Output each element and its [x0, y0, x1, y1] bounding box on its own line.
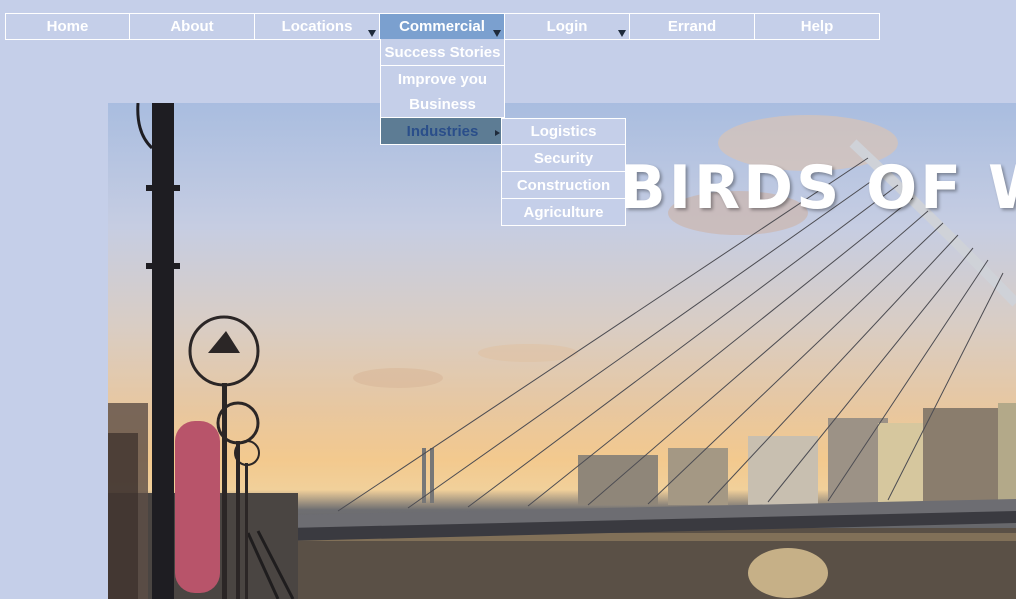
nav-home[interactable]: Home [5, 13, 130, 40]
chevron-down-icon [618, 30, 626, 37]
submenu-item-label: Construction [516, 176, 611, 194]
submenu-item-construction[interactable]: Construction [501, 172, 626, 199]
nav-login[interactable]: Login [505, 13, 630, 40]
submenu-item-label: Agriculture [523, 203, 604, 221]
nav-about[interactable]: About [130, 13, 255, 40]
menu-item-label: Improve you Business [397, 70, 488, 113]
industries-submenu: Logistics Security Construction Agricult… [501, 118, 626, 226]
submenu-item-logistics[interactable]: Logistics [501, 118, 626, 145]
submenu-item-label: Logistics [530, 123, 597, 140]
hero-title: BIRDS OF W [620, 153, 1016, 223]
submenu-item-security[interactable]: Security [501, 145, 626, 172]
nav-about-label: About [170, 18, 214, 35]
nav-errand-label: Errand [667, 18, 717, 35]
menu-item-success-stories[interactable]: Success Stories [380, 39, 505, 66]
submenu-item-agriculture[interactable]: Agriculture [501, 199, 626, 226]
main-nav: Home About Locations Commercial Login Er… [5, 13, 880, 40]
nav-locations-label: Locations [281, 18, 353, 35]
nav-locations[interactable]: Locations [255, 13, 380, 40]
menu-item-label: Industries [406, 122, 479, 140]
nav-home-label: Home [46, 18, 89, 35]
chevron-right-icon [495, 130, 500, 136]
nav-login-label: Login [546, 18, 588, 35]
chevron-down-icon [493, 30, 501, 37]
nav-commercial-label: Commercial [399, 18, 485, 35]
menu-item-improve-business[interactable]: Improve you Business [380, 66, 505, 118]
nav-help[interactable]: Help [755, 13, 880, 40]
nav-help-label: Help [800, 18, 834, 35]
chevron-down-icon [368, 30, 376, 37]
menu-item-industries[interactable]: Industries [380, 118, 505, 145]
menu-item-label: Success Stories [384, 43, 501, 61]
submenu-item-label: Security [533, 149, 594, 167]
nav-commercial[interactable]: Commercial [380, 13, 505, 40]
commercial-dropdown: Success Stories Improve you Business Ind… [380, 39, 505, 145]
nav-errand[interactable]: Errand [630, 13, 755, 40]
